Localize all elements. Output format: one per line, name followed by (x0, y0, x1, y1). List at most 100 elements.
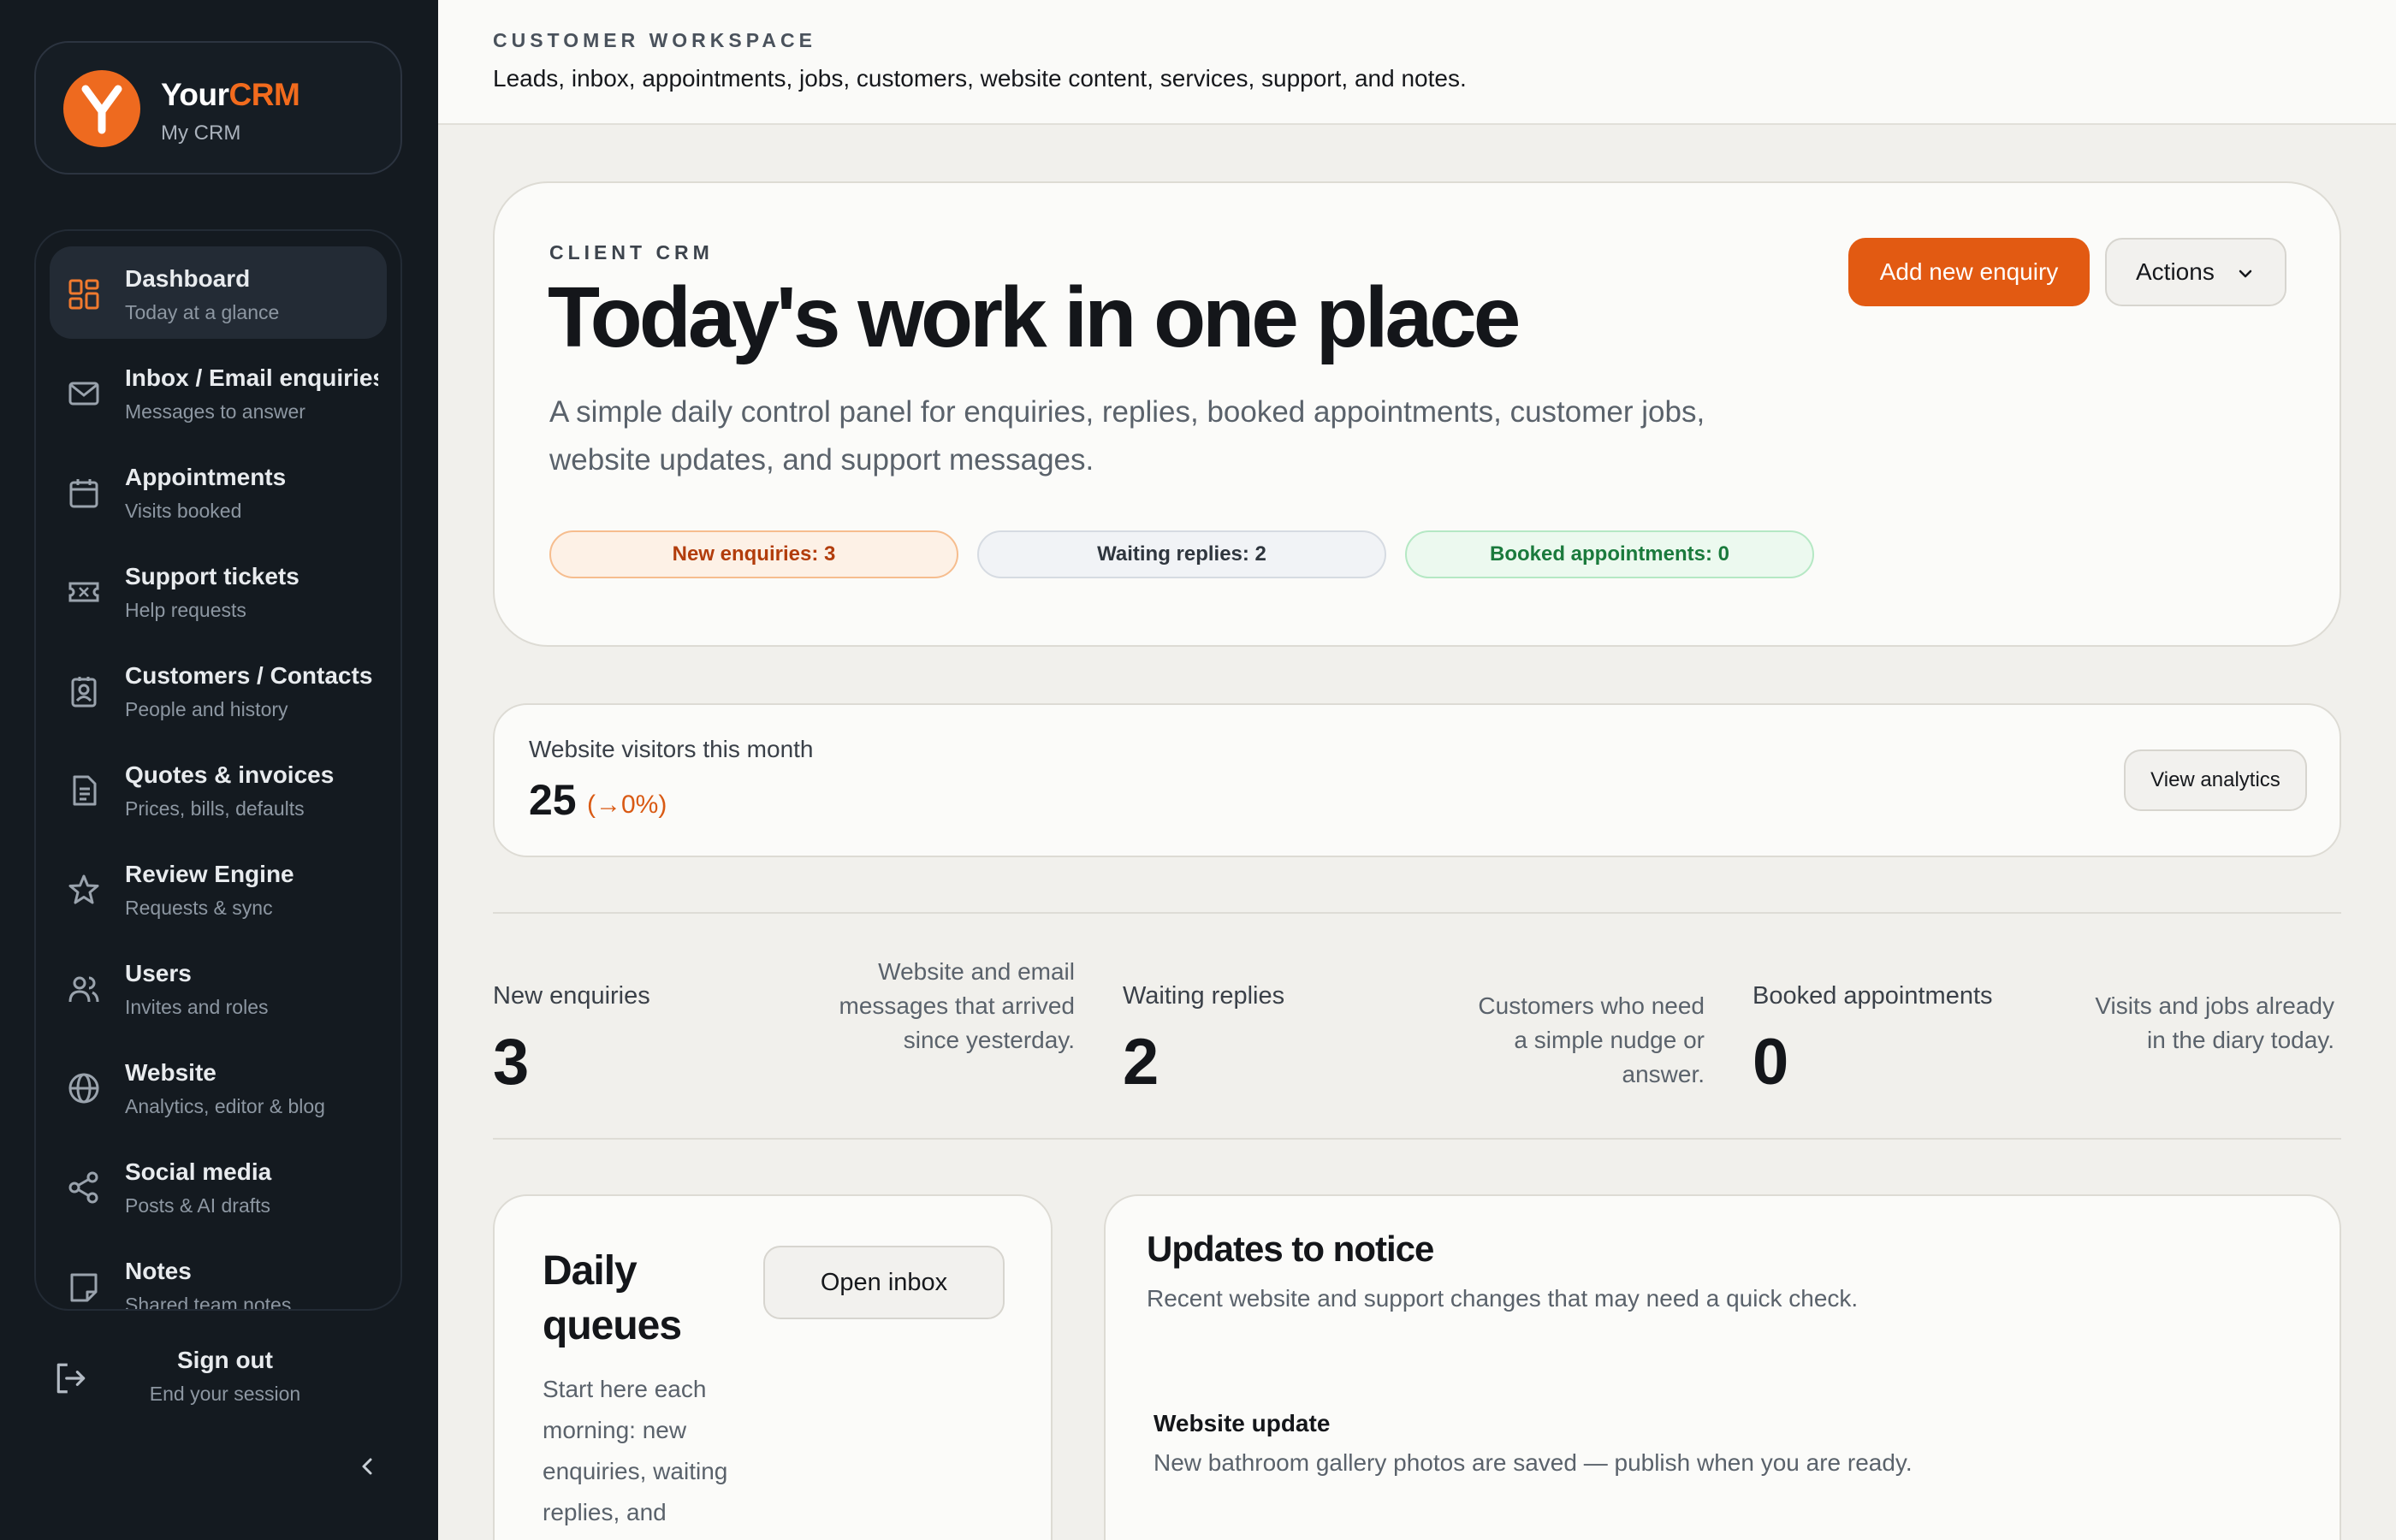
daily-queues-title: Daily queues (543, 1248, 682, 1348)
sidebar: YourCRM My CRM Dashboard Today at a glan… (0, 0, 438, 1540)
daily-queues-description: Start here each morning: new enquiries, … (543, 1376, 728, 1525)
sidebar-nav: Dashboard Today at a glance Inbox / Emai… (34, 229, 402, 1311)
sidebar-item-sub: People and history (125, 698, 288, 720)
sidebar-item-dashboard[interactable]: Dashboard Today at a glance (50, 246, 387, 339)
hero-eyebrow: CLIENT CRM (549, 241, 714, 264)
stats-divider-top (493, 912, 2341, 914)
workspace-description: Leads, inbox, appointments, jobs, custom… (493, 65, 1467, 92)
update-item-title: Website update (1154, 1410, 1331, 1436)
sidebar-item-support-tickets[interactable]: Support tickets Help requests (50, 544, 387, 637)
logo-y-icon (81, 85, 122, 134)
hero-description: A simple daily control panel for enquiri… (549, 395, 1705, 477)
sidebar-item-review-engine[interactable]: Review Engine Requests & sync (50, 842, 387, 934)
sidebar-item-label: Customers / Contacts (125, 662, 373, 689)
sidebar-item-label: Dashboard (125, 265, 251, 292)
sidebar-item-appointments[interactable]: Appointments Visits booked (50, 445, 387, 537)
stat-booked-appointments: Booked appointments 0 Visits and jobs al… (1753, 950, 2334, 1121)
sidebar-item-inbox[interactable]: Inbox / Email enquiries Messages to answ… (50, 346, 387, 438)
hero-card: CLIENT CRM Today's work in one place A s… (493, 181, 2341, 647)
stat-description: Visits and jobs already in the diary tod… (2095, 992, 2334, 1053)
waiting-replies-badge[interactable]: Waiting replies: 2 (977, 530, 1386, 578)
add-new-enquiry-button[interactable]: Add new enquiry (1848, 238, 2090, 306)
sidebar-item-label: Social media (125, 1158, 272, 1185)
sidebar-item-sub: Prices, bills, defaults (125, 797, 305, 820)
updates-card: Updates to notice Recent website and sup… (1104, 1194, 2341, 1540)
sign-out-label: Sign out (177, 1347, 273, 1373)
actions-label: Actions (2136, 258, 2215, 285)
brand-name-part2: CRM (228, 77, 300, 112)
new-enquiries-badge[interactable]: New enquiries: 3 (549, 530, 958, 578)
brand-logo (63, 70, 140, 147)
stat-label: New enquiries (493, 982, 650, 1010)
update-item[interactable]: Website update New bathroom gallery phot… (1154, 1410, 2300, 1477)
visitors-change: (→0%) (587, 791, 667, 819)
visitors-label: Website visitors this month (529, 736, 814, 762)
sign-out-sub: End your session (149, 1383, 301, 1405)
stat-new-enquiries: New enquiries 3 Website and email messag… (493, 950, 1075, 1121)
top-header: CUSTOMER WORKSPACE Leads, inbox, appoint… (438, 0, 2396, 125)
sidebar-item-label: Review Engine (125, 861, 294, 887)
sidebar-item-sub: Shared team notes (125, 1294, 292, 1311)
sidebar-item-sub: Requests & sync (125, 897, 273, 919)
sidebar-item-label: Quotes & invoices (125, 761, 335, 788)
website-visitors-card: Website visitors this month 25 (→0%) Vie… (493, 703, 2341, 857)
sidebar-item-label: Users (125, 960, 192, 986)
logout-icon (56, 1363, 86, 1394)
brand-name: YourCRM (161, 77, 300, 113)
sidebar-item-customers[interactable]: Customers / Contacts People and history (50, 643, 387, 736)
brand-subtitle: My CRM (161, 121, 241, 145)
sidebar-item-sub: Help requests (125, 599, 246, 621)
stat-description: Website and email messages that arrived … (839, 958, 1075, 1053)
sidebar-item-sub: Invites and roles (125, 996, 269, 1018)
page-title: Today's work in one place (548, 270, 1521, 365)
sidebar-item-label: Notes (125, 1258, 192, 1284)
contact-card-icon (71, 677, 97, 708)
updates-title: Updates to notice (1147, 1229, 1434, 1269)
sidebar-item-sub: Posts & AI drafts (125, 1194, 271, 1217)
stat-value: 3 (493, 1026, 530, 1099)
sidebar-item-label: Website (125, 1059, 216, 1086)
open-inbox-button[interactable]: Open inbox (763, 1246, 1005, 1319)
mail-icon (68, 382, 99, 406)
stats-divider-bottom (493, 1138, 2341, 1140)
view-analytics-button[interactable]: View analytics (2124, 749, 2307, 811)
daily-queues-card: Daily queues Start here each morning: ne… (493, 1194, 1053, 1540)
stat-description: Customers who need a simple nudge or ans… (1478, 992, 1705, 1087)
sidebar-item-sub: Today at a glance (125, 301, 280, 323)
update-item-text: New bathroom gallery photos are saved — … (1154, 1449, 1913, 1476)
globe-icon (68, 1073, 99, 1104)
stat-value: 2 (1123, 1026, 1159, 1099)
calendar-icon (69, 479, 98, 508)
chevron-left-icon[interactable] (353, 1451, 383, 1482)
sidebar-item-sub: Messages to answer (125, 400, 305, 423)
star-icon (68, 874, 99, 904)
sidebar-item-social-media[interactable]: Social media Posts & AI drafts (50, 1140, 387, 1232)
chevron-down-icon (2239, 270, 2252, 278)
sidebar-item-website[interactable]: Website Analytics, editor & blog (50, 1040, 387, 1133)
visitors-value: 25 (529, 776, 577, 824)
stat-label: Waiting replies (1123, 982, 1285, 1010)
booked-appointments-badge[interactable]: Booked appointments: 0 (1405, 530, 1814, 578)
brand-name-part1: Your (161, 77, 229, 112)
stat-waiting-replies: Waiting replies 2 Customers who need a s… (1123, 950, 1705, 1121)
workspace-eyebrow: CUSTOMER WORKSPACE (493, 29, 816, 51)
sidebar-item-label: Appointments (125, 464, 287, 490)
sidebar-item-quotes-invoices[interactable]: Quotes & invoices Prices, bills, default… (50, 743, 387, 835)
sidebar-item-label: Inbox / Email enquiries (125, 364, 378, 391)
sidebar-item-label: Support tickets (125, 563, 300, 589)
actions-dropdown-button[interactable]: Actions (2105, 238, 2286, 306)
sign-out-button[interactable]: Sign out End your session (34, 1335, 402, 1420)
sidebar-item-notes[interactable]: Notes Shared team notes (50, 1239, 387, 1311)
document-icon (73, 775, 97, 806)
users-icon (68, 976, 99, 1003)
sidebar-item-users[interactable]: Users Invites and roles (50, 941, 387, 1034)
stat-value: 0 (1753, 1026, 1789, 1099)
sidebar-item-sub: Analytics, editor & blog (125, 1095, 325, 1117)
dashboard-grid-icon (68, 279, 99, 310)
share-icon (68, 1171, 98, 1204)
sidebar-item-sub: Visits booked (125, 500, 242, 522)
brand-card[interactable]: YourCRM My CRM (34, 41, 402, 175)
ticket-icon (68, 582, 99, 602)
stat-label: Booked appointments (1753, 982, 1993, 1010)
note-icon (70, 1273, 98, 1302)
